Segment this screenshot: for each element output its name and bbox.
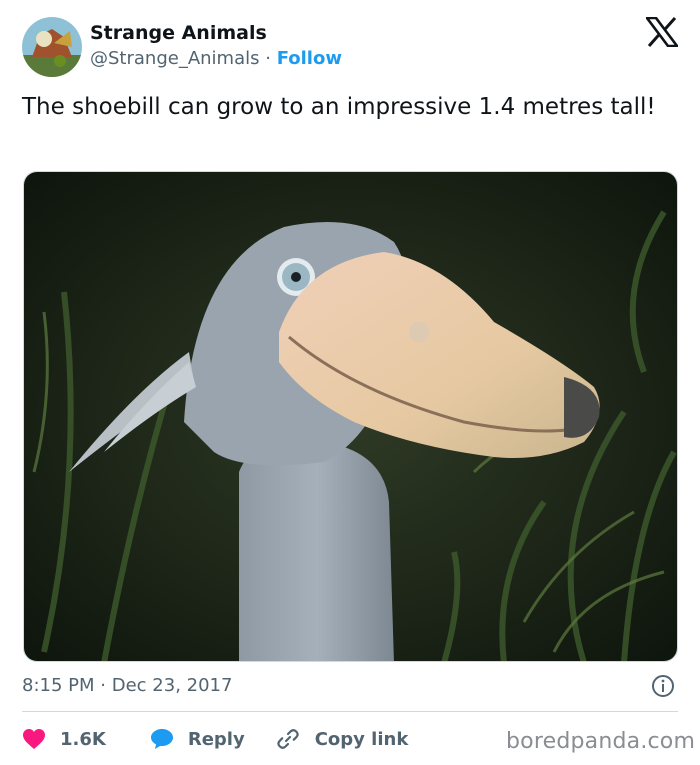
like-button[interactable]: 1.6K [22, 728, 106, 750]
tweet-actions: 1.6K Reply Copy link [22, 724, 408, 754]
avatar-image [22, 17, 82, 77]
author-handle-line: @Strange_Animals · Follow [90, 48, 342, 69]
tweet-time: 8:15 PM [22, 675, 95, 696]
heart-icon [23, 729, 45, 749]
follow-button[interactable]: Follow [277, 48, 342, 69]
date-separator: · [100, 675, 106, 696]
reply-bubble-icon [150, 729, 173, 749]
copy-link-label: Copy link [314, 728, 409, 750]
x-logo-icon[interactable] [644, 16, 680, 48]
author-handle[interactable]: @Strange_Animals [90, 48, 260, 69]
info-icon[interactable] [651, 674, 675, 698]
shoebill-photo [24, 172, 677, 661]
divider [22, 711, 678, 712]
copy-link-button[interactable]: Copy link [275, 727, 409, 751]
tweet-date: Dec 23, 2017 [111, 675, 233, 696]
avatar[interactable] [22, 17, 82, 77]
tweet-timestamp[interactable]: 8:15 PM · Dec 23, 2017 [22, 675, 232, 696]
watermark: boredpanda.com [506, 729, 696, 754]
like-count: 1.6K [60, 728, 106, 750]
reply-label: Reply [187, 728, 245, 750]
handle-separator: · [265, 48, 271, 69]
tweet-photo[interactable] [23, 171, 678, 662]
tweet-text: The shoebill can grow to an impressive 1… [22, 94, 656, 120]
reply-button[interactable]: Reply [150, 728, 245, 750]
author-name[interactable]: Strange Animals [90, 22, 267, 44]
link-icon [277, 729, 299, 749]
